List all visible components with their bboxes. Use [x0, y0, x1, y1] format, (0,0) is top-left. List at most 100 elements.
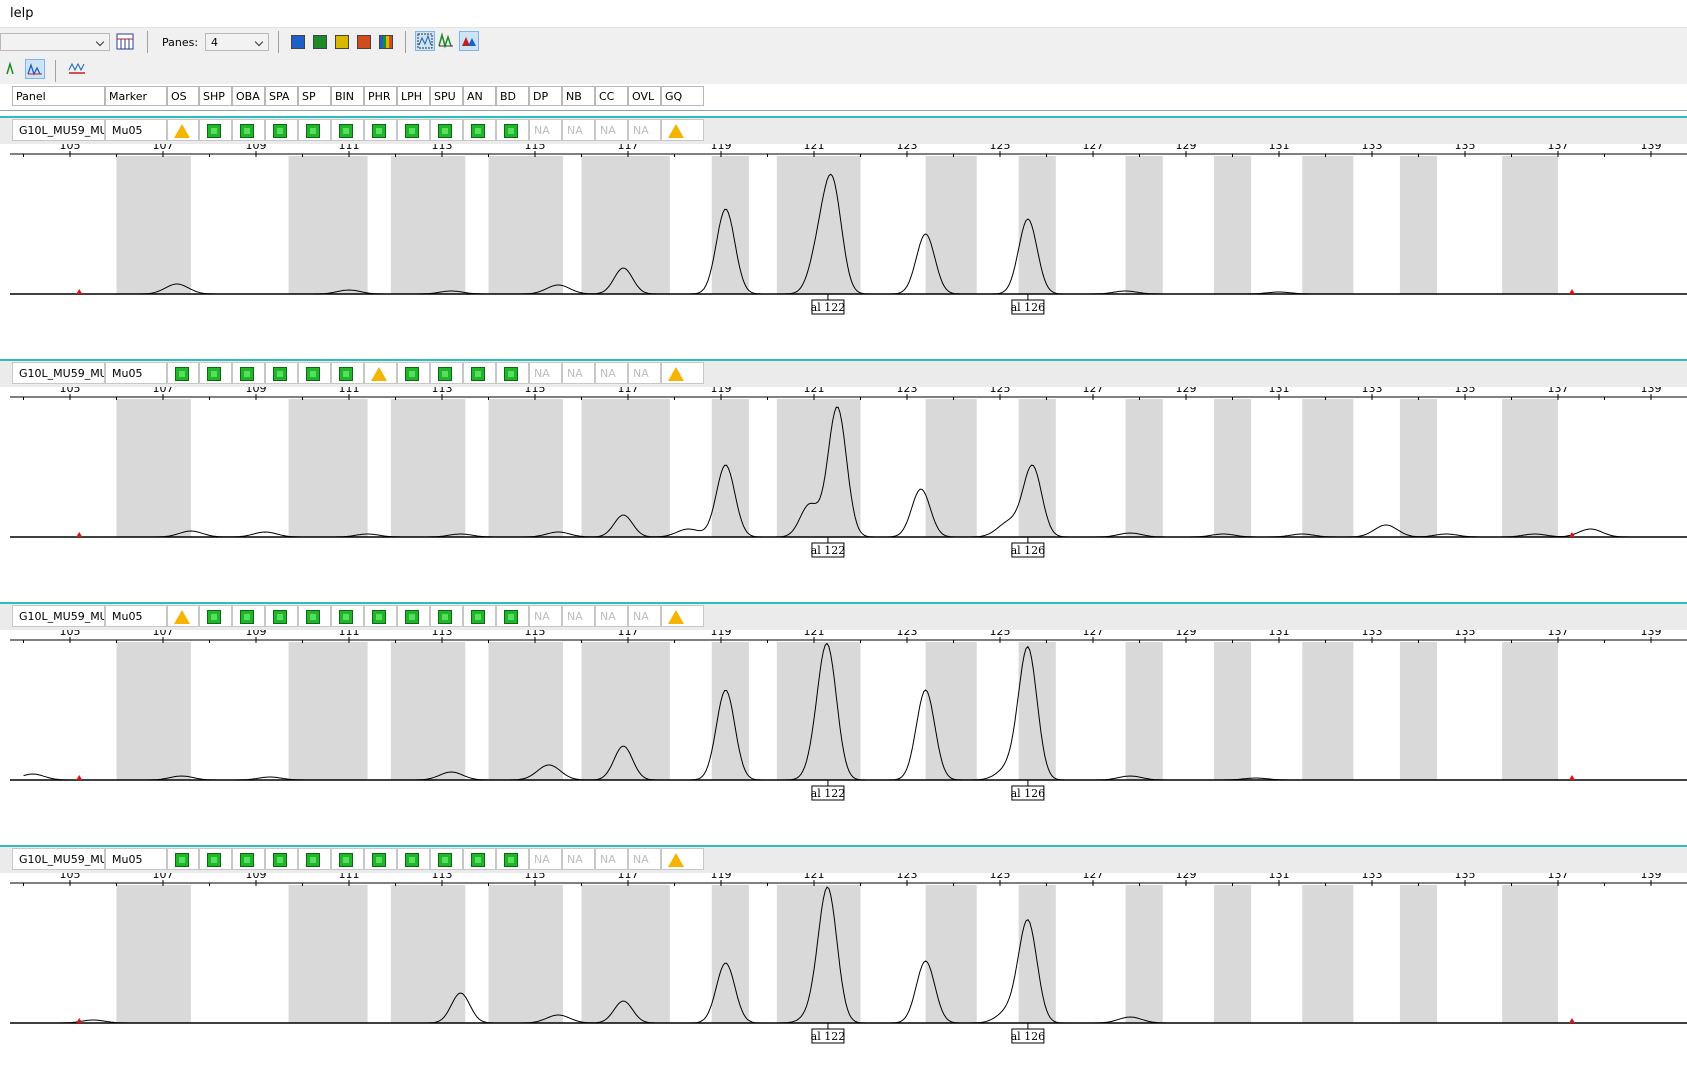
allele-call-label[interactable]: al 126	[1011, 1029, 1046, 1043]
overlay-peaks-icon[interactable]	[459, 31, 479, 51]
quality-cell-spa[interactable]	[265, 119, 298, 141]
menu-help[interactable]: lelp	[10, 6, 33, 21]
quality-cell-na[interactable]: NA	[595, 848, 628, 870]
column-header-spu[interactable]: SPU	[430, 86, 463, 106]
electropherogram-plot[interactable]: 1051071091111131151171191211231251271291…	[0, 630, 1687, 830]
panel-cell[interactable]: G10L_MU59_MU0	[12, 119, 105, 141]
quality-cell-spu[interactable]	[430, 362, 463, 384]
grid-view-icon[interactable]	[415, 31, 435, 51]
peaks-icon[interactable]	[437, 31, 457, 51]
marker-cell[interactable]: Mu05	[105, 848, 167, 870]
quality-cell-spa[interactable]	[265, 848, 298, 870]
column-header-lph[interactable]: LPH	[397, 86, 430, 106]
quality-cell-gq[interactable]	[661, 848, 704, 870]
column-header-marker[interactable]: Marker	[105, 86, 167, 106]
electropherogram-plot[interactable]: 1051071091111131151171191211231251271291…	[0, 873, 1687, 1073]
column-header-nb[interactable]: NB	[562, 86, 595, 106]
column-header-phr[interactable]: PHR	[364, 86, 397, 106]
quality-cell-gq[interactable]	[661, 362, 704, 384]
quality-cell-na[interactable]: NA	[529, 605, 562, 627]
column-header-an[interactable]: AN	[463, 86, 496, 106]
quality-cell-phr[interactable]	[364, 848, 397, 870]
quality-cell-lph[interactable]	[397, 362, 430, 384]
quality-cell-spu[interactable]	[430, 848, 463, 870]
dye-red-button[interactable]	[354, 32, 374, 52]
allele-call-label[interactable]: al 126	[1011, 300, 1046, 314]
column-header-panel[interactable]: Panel	[12, 86, 105, 106]
allele-call-label[interactable]: al 122	[811, 300, 846, 314]
dye-green-button[interactable]	[310, 32, 330, 52]
quality-cell-phr[interactable]	[364, 119, 397, 141]
quality-cell-oba[interactable]	[232, 119, 265, 141]
quality-cell-bd[interactable]	[496, 848, 529, 870]
panel-cell[interactable]: G10L_MU59_MU0	[12, 605, 105, 627]
allele-call-label[interactable]: al 126	[1011, 786, 1046, 800]
quality-cell-na[interactable]: NA	[529, 362, 562, 384]
quality-cell-bd[interactable]	[496, 119, 529, 141]
column-header-bin[interactable]: BIN	[331, 86, 364, 106]
quality-cell-sp[interactable]	[298, 605, 331, 627]
quality-cell-an[interactable]	[463, 848, 496, 870]
quality-cell-na[interactable]: NA	[562, 848, 595, 870]
column-header-sp[interactable]: SP	[298, 86, 331, 106]
quality-cell-na[interactable]: NA	[628, 848, 661, 870]
quality-cell-sp[interactable]	[298, 119, 331, 141]
dye-blue-button[interactable]	[288, 32, 308, 52]
quality-cell-oba[interactable]	[232, 362, 265, 384]
quality-cell-an[interactable]	[463, 119, 496, 141]
quality-cell-phr[interactable]	[364, 605, 397, 627]
quality-cell-bin[interactable]	[331, 119, 364, 141]
quality-cell-os[interactable]	[167, 605, 199, 627]
column-header-os[interactable]: OS	[167, 86, 199, 106]
marker-cell[interactable]: Mu05	[105, 605, 167, 627]
quality-cell-na[interactable]: NA	[529, 119, 562, 141]
allele-call-label[interactable]: al 122	[811, 786, 846, 800]
view-combo[interactable]	[0, 33, 110, 51]
quality-cell-lph[interactable]	[397, 119, 430, 141]
quality-cell-spu[interactable]	[430, 119, 463, 141]
quality-cell-lph[interactable]	[397, 848, 430, 870]
quality-cell-na[interactable]: NA	[628, 119, 661, 141]
quality-cell-na[interactable]: NA	[562, 605, 595, 627]
column-header-gq[interactable]: GQ	[661, 86, 704, 106]
quality-cell-bd[interactable]	[496, 605, 529, 627]
quality-cell-bin[interactable]	[331, 848, 364, 870]
allele-call-label[interactable]: al 126	[1011, 543, 1046, 557]
quality-cell-lph[interactable]	[397, 605, 430, 627]
quality-cell-na[interactable]: NA	[628, 362, 661, 384]
column-header-shp[interactable]: SHP	[199, 86, 232, 106]
quality-cell-na[interactable]: NA	[595, 605, 628, 627]
quality-cell-bin[interactable]	[331, 362, 364, 384]
align-peaks-icon[interactable]	[25, 59, 45, 79]
quality-cell-os[interactable]	[167, 848, 199, 870]
panes-select[interactable]: 4	[205, 33, 269, 51]
quality-cell-oba[interactable]	[232, 848, 265, 870]
quality-cell-sp[interactable]	[298, 362, 331, 384]
quality-cell-spa[interactable]	[265, 362, 298, 384]
column-header-oba[interactable]: OBA	[232, 86, 265, 106]
quality-cell-phr[interactable]	[364, 362, 397, 384]
quality-cell-bd[interactable]	[496, 362, 529, 384]
column-header-cc[interactable]: CC	[595, 86, 628, 106]
column-header-dp[interactable]: DP	[529, 86, 562, 106]
quality-cell-na[interactable]: NA	[562, 362, 595, 384]
quality-cell-an[interactable]	[463, 362, 496, 384]
quality-cell-shp[interactable]	[199, 119, 232, 141]
quality-cell-spu[interactable]	[430, 605, 463, 627]
panel-cell[interactable]: G10L_MU59_MU0	[12, 848, 105, 870]
column-header-ovl[interactable]: OVL	[628, 86, 661, 106]
quality-cell-shp[interactable]	[199, 848, 232, 870]
table-view-icon[interactable]	[115, 32, 135, 52]
quality-cell-bin[interactable]	[331, 605, 364, 627]
allele-call-label[interactable]: al 122	[811, 1029, 846, 1043]
panel-cell[interactable]: G10L_MU59_MU0	[12, 362, 105, 384]
quality-cell-na[interactable]: NA	[595, 119, 628, 141]
quality-cell-os[interactable]	[167, 119, 199, 141]
electropherogram-plot[interactable]: 1051071091111131151171191211231251271291…	[0, 144, 1687, 344]
dye-yellow-button[interactable]	[332, 32, 352, 52]
quality-cell-na[interactable]: NA	[628, 605, 661, 627]
quality-cell-na[interactable]: NA	[562, 119, 595, 141]
marker-cell[interactable]: Mu05	[105, 119, 167, 141]
quality-cell-sp[interactable]	[298, 848, 331, 870]
quality-cell-gq[interactable]	[661, 605, 704, 627]
